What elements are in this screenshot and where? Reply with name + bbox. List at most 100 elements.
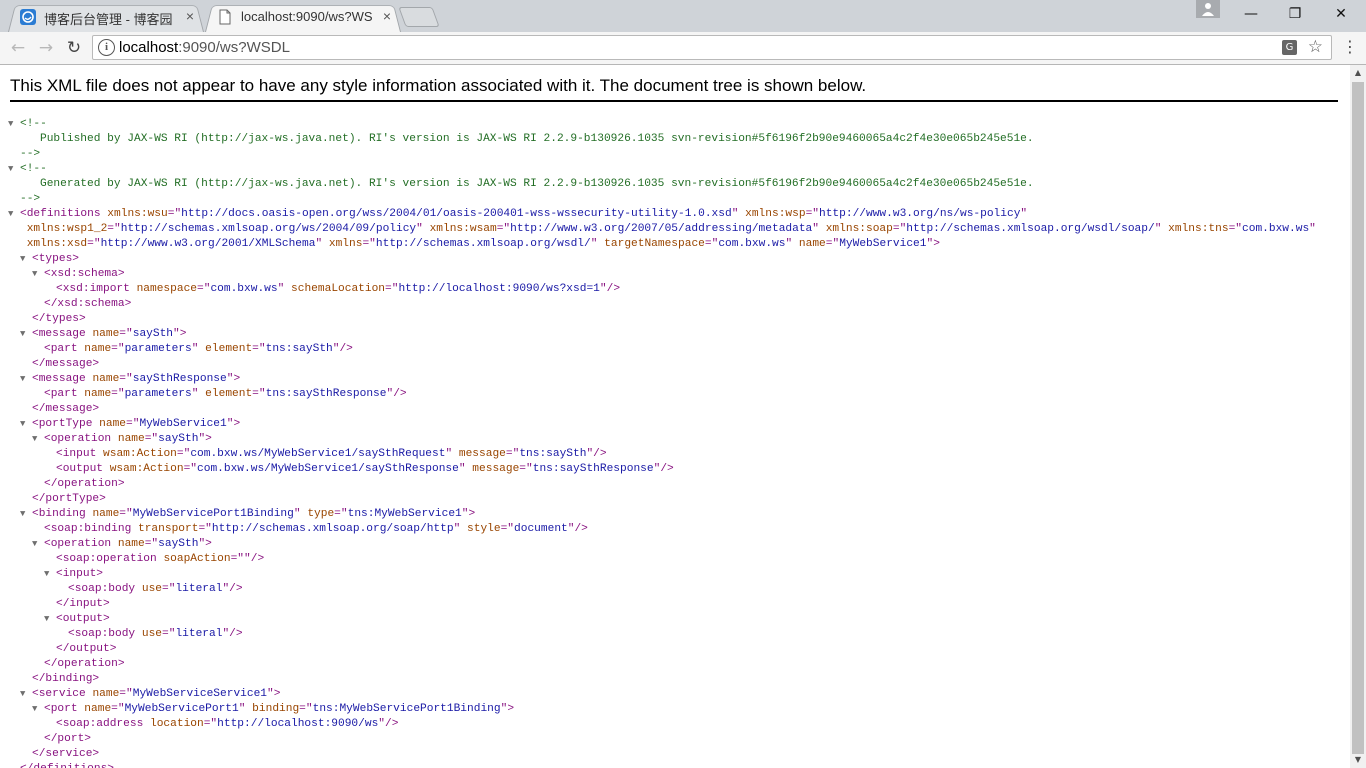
xml-punct: " [293, 508, 301, 520]
xml-tag-name: </portType> [32, 493, 106, 505]
xml-attribute-value: MyWebServiceService1 [132, 688, 268, 700]
collapse-triangle-icon[interactable]: ▼ [32, 702, 44, 717]
vertical-scrollbar[interactable]: ▲ ▼ [1350, 65, 1366, 768]
xml-tag-name: <message [32, 328, 86, 340]
xml-punct: > [205, 538, 212, 550]
xml-comment-open: ▼ <!-- [8, 117, 1342, 132]
xml-attribute-name: use [141, 628, 163, 640]
url-host: localhost [119, 39, 179, 56]
translate-icon[interactable]: G [1282, 40, 1297, 55]
xml-attribute-value: parameters [124, 388, 192, 400]
xml-punct: " [191, 388, 199, 400]
xml-close-tag: </portType> [8, 492, 1342, 507]
collapse-triangle-icon[interactable]: ▼ [20, 372, 32, 387]
xml-punct: =" [111, 703, 125, 715]
xml-attribute-value: com.bxw.ws/MyWebService1/saySthResponse [197, 463, 459, 475]
collapse-triangle-icon[interactable]: ▼ [20, 687, 32, 702]
xml-punct: =" [162, 583, 176, 595]
xml-punct: =" [167, 208, 182, 220]
collapse-triangle-icon[interactable]: ▼ [32, 537, 44, 552]
xml-close-tag: </port> [8, 732, 1342, 747]
xml-punct: " [173, 328, 180, 340]
menu-kebab-icon[interactable]: ⋮ [1342, 37, 1358, 56]
xml-attribute-value: document [514, 523, 568, 535]
collapse-triangle-icon[interactable]: ▼ [44, 567, 56, 582]
tab-blog-admin[interactable]: 博客后台管理 - 博客园 × [8, 3, 204, 33]
scroll-down-icon[interactable]: ▼ [1350, 752, 1366, 768]
xml-attribute-name: style [467, 523, 501, 535]
xml-attribute-name: xmlns:xsd [26, 238, 88, 250]
page-icon [219, 9, 231, 25]
xml-attribute-value: http://www.w3.org/ns/ws-policy [819, 208, 1021, 220]
minimize-button[interactable]: — [1228, 0, 1274, 28]
collapse-triangle-icon[interactable]: ▼ [32, 432, 44, 447]
xml-punct: /> [593, 448, 607, 460]
scrollbar-thumb[interactable] [1352, 82, 1364, 754]
xml-attribute-value: tns:saySth [519, 448, 587, 460]
tab-title: localhost:9090/ws?WSDL [241, 9, 373, 24]
xml-element: <output wsam:Action="com.bxw.ws/MyWebSer… [8, 462, 1342, 477]
scroll-up-icon[interactable]: ▲ [1350, 65, 1366, 81]
xml-attribute-name: name [92, 508, 120, 520]
xml-attribute-name: wsam:Action [103, 448, 177, 460]
xml-attribute-name: name [117, 538, 145, 550]
xml-punct: =" [496, 223, 511, 235]
xml-tag-name: <soap:body [68, 583, 136, 595]
xml-tag-name: <operation [44, 433, 112, 445]
xml-attribute-value: MyWebService1 [139, 418, 227, 430]
restore-button[interactable]: ❐ [1272, 0, 1318, 28]
window-close-button[interactable]: ✕ [1318, 0, 1364, 28]
xml-punct: > [179, 328, 187, 340]
xml-punct: =" [892, 223, 907, 235]
back-button[interactable]: ← [7, 38, 29, 60]
bookmark-star-icon[interactable]: ☆ [1308, 37, 1323, 57]
collapse-triangle-icon[interactable]: ▼ [8, 162, 20, 177]
xml-tag-name: <operation [44, 538, 112, 550]
address-url[interactable]: localhost:9090/ws?WSDL [119, 39, 290, 56]
xml-punct: " [267, 688, 274, 700]
collapse-triangle-icon[interactable]: ▼ [44, 612, 56, 627]
collapse-triangle-icon[interactable]: ▼ [20, 252, 32, 267]
tab-close-icon[interactable]: × [383, 8, 391, 24]
xml-attribute-name: name [117, 433, 145, 445]
collapse-triangle-icon[interactable]: ▼ [20, 507, 32, 522]
collapse-triangle-icon[interactable]: ▼ [8, 207, 20, 222]
forward-button[interactable]: → [35, 38, 57, 60]
tab-close-icon[interactable]: × [186, 8, 194, 24]
collapse-triangle-icon[interactable]: ▼ [8, 117, 20, 132]
xml-punct: /> [229, 628, 243, 640]
xml-attribute-name: xmlns:tns [1168, 223, 1229, 235]
xml-attribute-name: element [205, 388, 253, 400]
info-icon[interactable]: i [98, 39, 115, 56]
xml-punct: =" [362, 238, 376, 250]
xml-element: ▼ <message name="saySthResponse"> [8, 372, 1342, 387]
profile-icon[interactable] [1196, 0, 1220, 18]
xml-element: <soap:body use="literal"/> [8, 582, 1342, 597]
xml-element: <part name="parameters" element="tns:say… [8, 387, 1342, 402]
xml-punct: " [453, 523, 461, 535]
xml-element: ▼ <xsd:schema> [8, 267, 1342, 282]
new-tab-button[interactable] [398, 7, 440, 27]
collapse-triangle-icon[interactable]: ▼ [32, 267, 44, 282]
xml-attribute-name: binding [252, 703, 300, 715]
xml-punct: =" [162, 628, 176, 640]
reload-button[interactable]: ↻ [63, 38, 85, 60]
xml-close-tag: </operation> [8, 657, 1342, 672]
collapse-triangle-icon[interactable]: ▼ [20, 417, 32, 432]
xml-attribute-value: MyWebServicePort1 [124, 703, 239, 715]
xml-tag-name: <part [44, 343, 78, 355]
xml-attribute-name: element [205, 343, 253, 355]
address-bar[interactable]: i localhost:9090/ws?WSDL G ☆ [92, 35, 1332, 60]
xml-punct: =" [111, 388, 125, 400]
tab-wsdl[interactable]: localhost:9090/ws?WSDL × [205, 3, 401, 33]
xml-element: ▼ <operation name="saySth"> [8, 537, 1342, 552]
collapse-triangle-icon[interactable]: ▼ [20, 327, 32, 342]
xml-punct: =" [805, 208, 819, 220]
xml-punct: =" [252, 343, 266, 355]
xml-attribute-value: http://schemas.xmlsoap.org/wsdl/soap/ [906, 223, 1155, 235]
xml-punct: =" [299, 703, 313, 715]
xml-punct: =" [107, 223, 121, 235]
xml-tag-name: <input [56, 568, 97, 580]
xml-attribute-name: xmlns:soap [825, 223, 893, 235]
xml-attribute-value: tns:MyWebService1 [347, 508, 462, 520]
